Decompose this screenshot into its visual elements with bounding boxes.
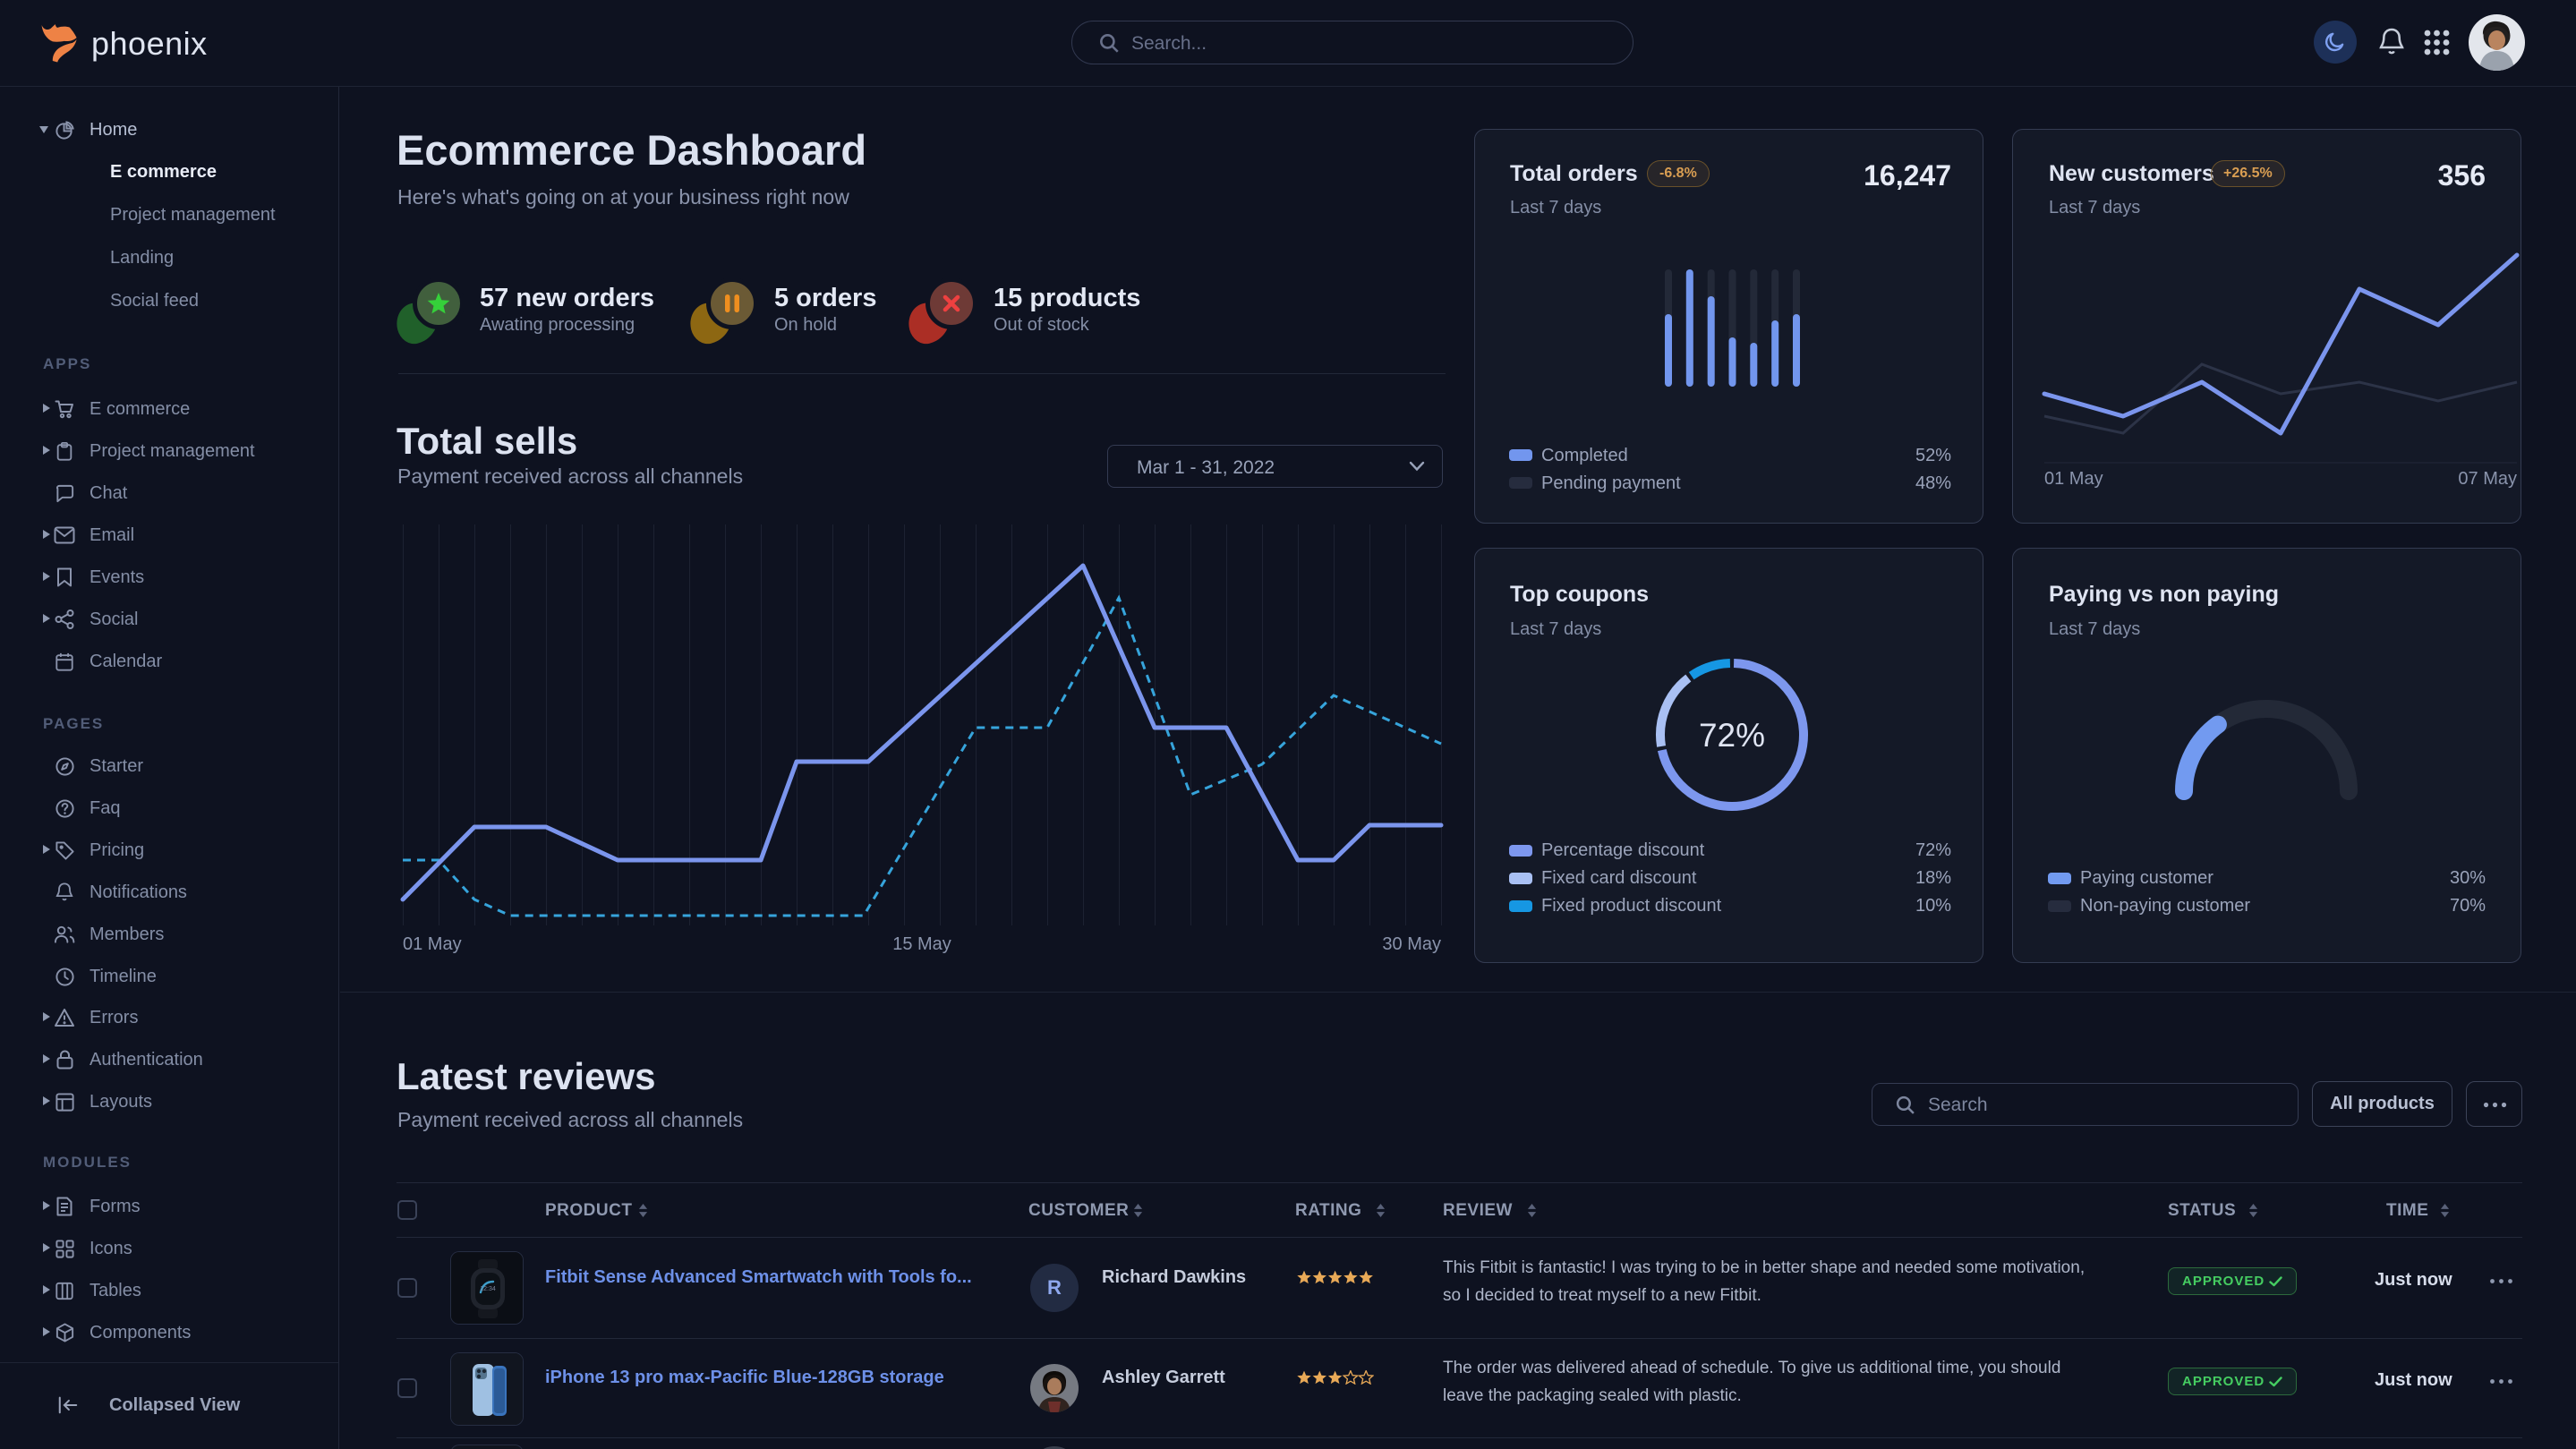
svg-text:30 May: 30 May (1382, 934, 1441, 954)
svg-text:07 May: 07 May (2458, 469, 2517, 489)
svg-text:01 May: 01 May (403, 934, 462, 954)
svg-text:01 May: 01 May (2044, 469, 2103, 489)
svg-text:15 May: 15 May (892, 934, 951, 954)
svg-text:12:34: 12:34 (480, 1286, 496, 1292)
